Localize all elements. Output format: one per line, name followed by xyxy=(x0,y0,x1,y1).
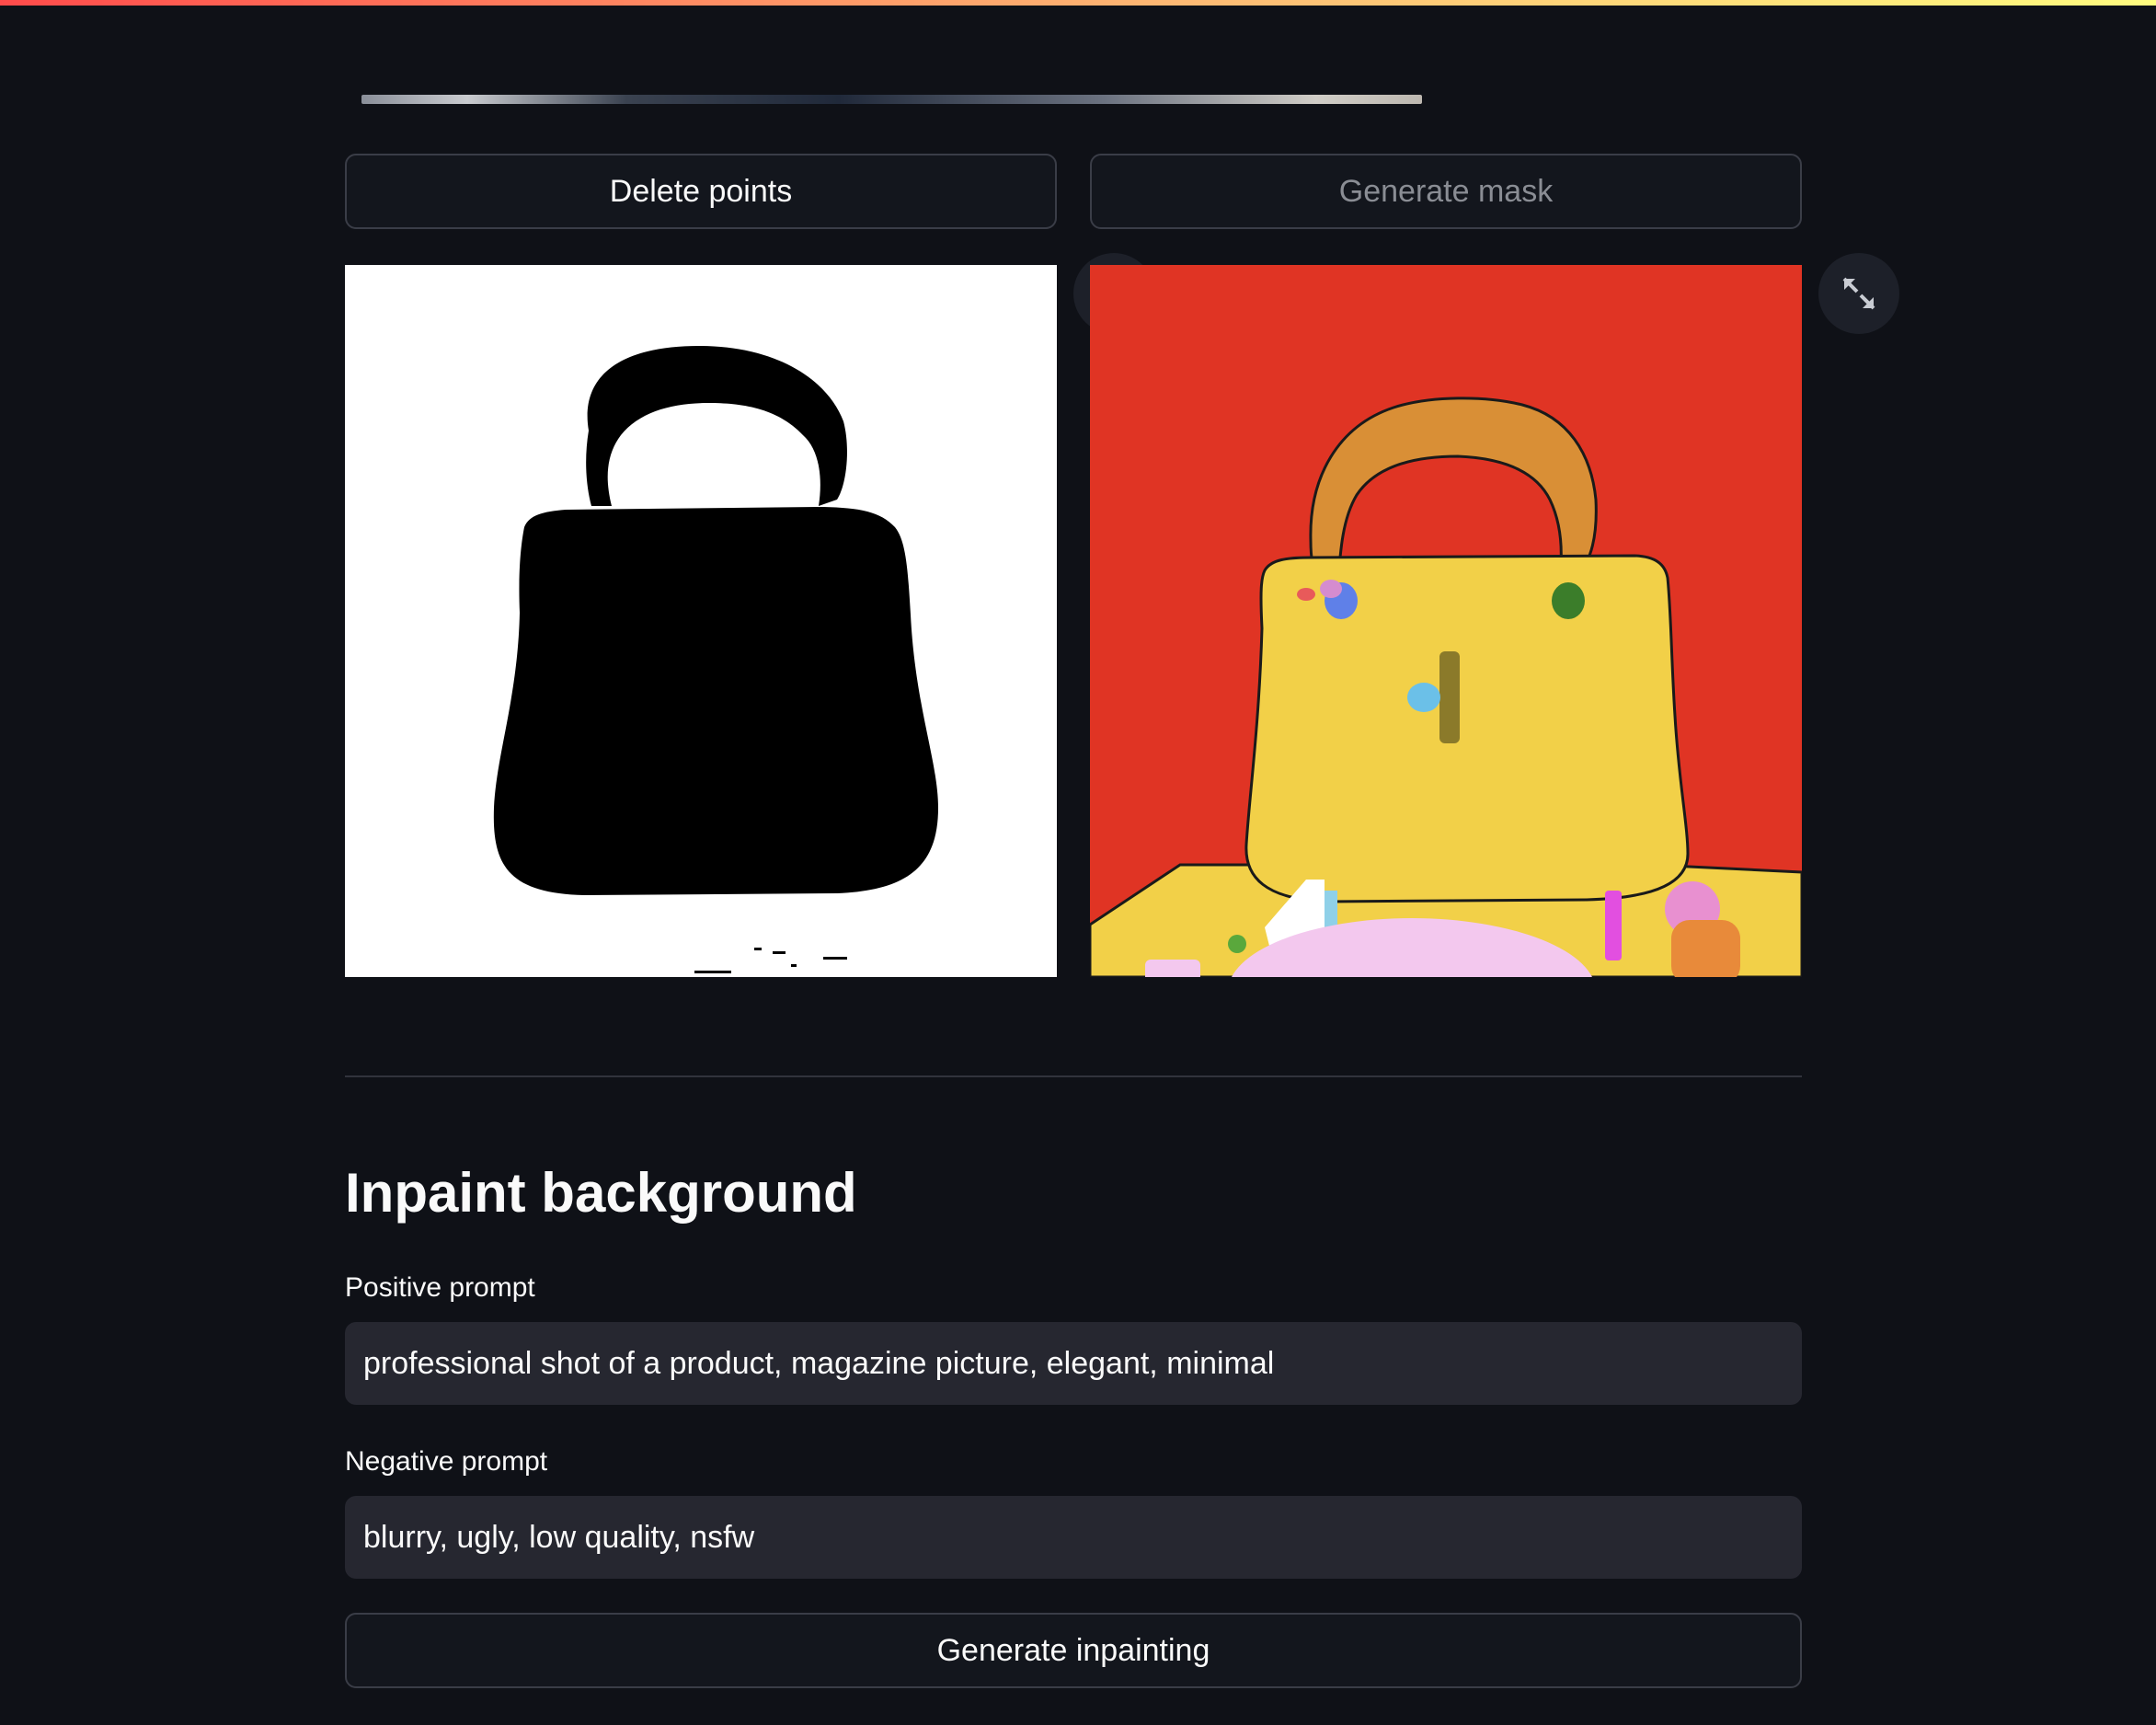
mask-silhouette xyxy=(345,265,1057,977)
mask-image xyxy=(345,265,1057,977)
app-top-decoration xyxy=(0,0,2156,6)
positive-prompt-input[interactable] xyxy=(345,1322,1802,1405)
positive-prompt-label: Positive prompt xyxy=(345,1272,535,1303)
segmentation-image xyxy=(1090,265,1802,977)
negative-prompt-label: Negative prompt xyxy=(345,1446,548,1477)
expand-icon[interactable] xyxy=(1818,253,1899,334)
generate-mask-button[interactable]: Generate mask xyxy=(1090,154,1802,229)
expand-arrows-icon xyxy=(1842,277,1875,310)
section-divider xyxy=(345,1075,1802,1077)
segmentation-map xyxy=(1090,265,1802,977)
negative-prompt-input[interactable] xyxy=(345,1496,1802,1579)
source-image-preview-strip xyxy=(361,95,1422,104)
generate-inpainting-button[interactable]: Generate inpainting xyxy=(345,1613,1802,1688)
delete-points-button[interactable]: Delete points xyxy=(345,154,1057,229)
section-title: Inpaint background xyxy=(345,1162,857,1224)
